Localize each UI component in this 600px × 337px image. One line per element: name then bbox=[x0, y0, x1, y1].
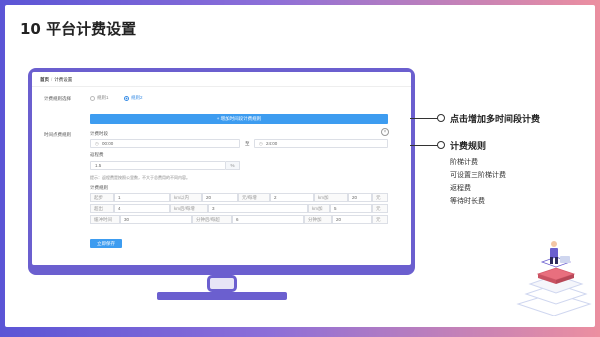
breadcrumb-home[interactable]: 首页 bbox=[40, 77, 49, 82]
rule-unit: 元 bbox=[372, 193, 388, 202]
start-time-input[interactable]: ◷ 00:00 bbox=[90, 139, 240, 148]
rule-key: 超出 bbox=[90, 204, 114, 213]
rule-key: km加 bbox=[308, 204, 330, 213]
callout-dot-icon bbox=[437, 114, 445, 122]
breadcrumb: 首页 / 计费设置 bbox=[40, 77, 73, 82]
rule-key: 分钟加 bbox=[304, 215, 332, 224]
rule-value-input[interactable]: 1 bbox=[114, 193, 170, 202]
clock-icon: ◷ bbox=[259, 140, 263, 146]
rule-key: 元/每增 bbox=[238, 193, 270, 202]
time-period-label: 计费时段 bbox=[90, 131, 108, 136]
list-item: 可设置三阶梯计费 bbox=[450, 171, 506, 179]
settings-screen: 首页 / 计费设置 计费规则选择 规则1 规则2 + 增加时间段计费规则 时间点费规… bbox=[32, 72, 411, 265]
rule-unit: 元 bbox=[372, 204, 388, 213]
radio-circle-icon bbox=[90, 95, 95, 101]
monitor-stand-base bbox=[157, 292, 287, 300]
clock-icon: ◷ bbox=[95, 140, 99, 146]
stairs-illustration bbox=[516, 241, 592, 316]
rule-value-input[interactable]: 20 bbox=[202, 193, 238, 202]
rule-value-input[interactable]: 30 bbox=[120, 215, 192, 224]
list-item: 返程费 bbox=[450, 184, 471, 192]
radio-selected-icon bbox=[124, 95, 129, 101]
return-fee-value: 1.5 bbox=[95, 163, 102, 168]
rule-key: 起步 bbox=[90, 193, 114, 202]
slide-title: 10 平台计费设置 bbox=[20, 20, 137, 38]
radio-rule-1-label: 规则1 bbox=[97, 95, 109, 100]
rule-select-label: 计费规则选择 bbox=[44, 96, 71, 101]
rule-value-input[interactable]: 4 bbox=[114, 204, 170, 213]
rule-list: 阶梯计费 可设置三阶梯计费 返程费 等待时长费 bbox=[450, 157, 506, 209]
list-item: 阶梯计费 bbox=[450, 158, 478, 166]
close-icon[interactable]: × bbox=[381, 128, 389, 136]
callout-connector bbox=[410, 118, 438, 119]
add-time-period-button[interactable]: + 增加时间段计费规则 bbox=[90, 114, 388, 124]
callout-dot-icon bbox=[437, 141, 445, 149]
radio-rule-2[interactable]: 规则2 bbox=[124, 95, 143, 101]
to-label: 至 bbox=[245, 141, 250, 146]
start-time-value: 00:00 bbox=[101, 141, 114, 146]
end-time-input[interactable]: ◷ 24:00 bbox=[254, 139, 388, 148]
breadcrumb-current: 计费设置 bbox=[54, 77, 73, 82]
rule-value-input[interactable]: 2 bbox=[270, 193, 314, 202]
callout-connector bbox=[410, 145, 438, 146]
rule-key: km加 bbox=[314, 193, 348, 202]
callout-add-periods: 点击增加多时间段计费 bbox=[450, 115, 541, 125]
rule-key: km以内 bbox=[170, 193, 202, 202]
rule-key: km后/每增 bbox=[170, 204, 208, 213]
rules-label: 计费规则 bbox=[90, 185, 108, 190]
rule-key: 分钟后/每超 bbox=[192, 215, 232, 224]
radio-rule-1[interactable]: 规则1 bbox=[90, 95, 109, 101]
rule-value-input[interactable]: 20 bbox=[348, 193, 372, 202]
rule-value-input[interactable]: 3 bbox=[208, 204, 308, 213]
return-fee-label: 返程费 bbox=[90, 152, 104, 157]
rule-unit: 元 bbox=[372, 215, 388, 224]
period-rule-label: 时间点费规则 bbox=[44, 132, 71, 137]
hint-text: 提示：返程费是按照公里数，不大于总费用的不同内容。 bbox=[90, 175, 190, 180]
callout-billing-rules: 计费规则 bbox=[450, 142, 487, 152]
rule-value-input[interactable]: 20 bbox=[332, 215, 372, 224]
breadcrumb-divider bbox=[32, 86, 411, 87]
radio-rule-2-label: 规则2 bbox=[131, 95, 143, 100]
rule-key: 缓冲时间 bbox=[90, 215, 120, 224]
percent-suffix: % bbox=[226, 161, 240, 170]
list-item: 等待时长费 bbox=[450, 197, 485, 205]
rule-value-input[interactable]: 6 bbox=[232, 215, 304, 224]
end-time-value: 24:00 bbox=[265, 141, 278, 146]
save-button[interactable]: 立即保存 bbox=[90, 239, 122, 248]
rule-value-input[interactable]: 5 bbox=[330, 204, 372, 213]
monitor-stand-knob bbox=[207, 275, 237, 292]
return-fee-input[interactable]: 1.5 bbox=[90, 161, 226, 170]
